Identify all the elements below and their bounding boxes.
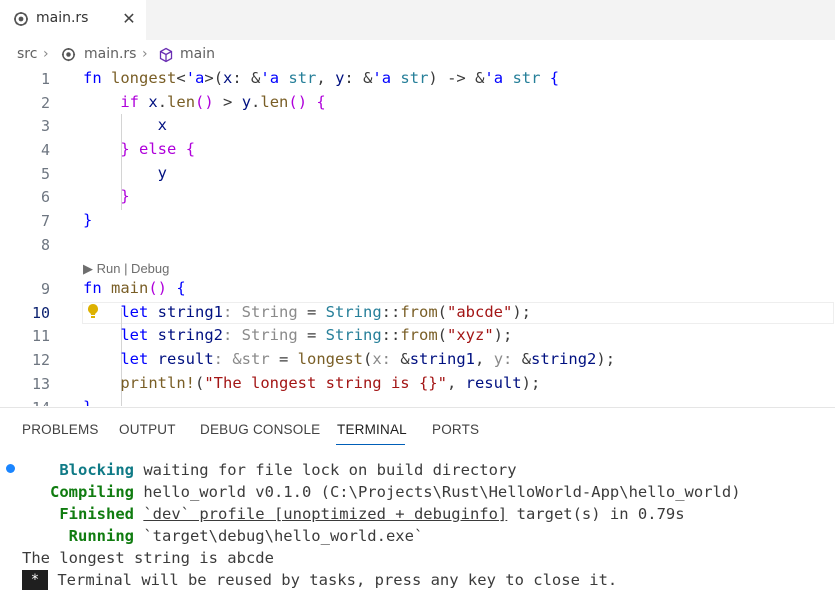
terminal-line: Finished `dev` profile [unoptimized + de… (22, 505, 685, 523)
line-number-active: 10 (31, 304, 50, 322)
code-line: if x.len() > y.len() { (120, 93, 326, 111)
line-number: 2 (40, 94, 50, 112)
terminal-line: Running `target\debug\hello_world.exe` (22, 527, 424, 545)
terminal-reuse-marker: * (22, 570, 48, 590)
breadcrumb-file[interactable]: main.rs (84, 46, 136, 62)
tab-main-rs[interactable]: main.rs ✕ (0, 0, 146, 40)
code-editor[interactable]: 1 2 3 4 5 6 7 8 9 10 11 12 13 14 fn long… (0, 66, 835, 406)
close-icon[interactable]: ✕ (119, 8, 139, 28)
active-tab-indicator (336, 444, 405, 445)
lightbulb-icon[interactable] (86, 303, 100, 321)
terminal-output: The longest string is abcde (22, 549, 274, 567)
tab-ports[interactable]: PORTS (432, 422, 479, 437)
code-line: } (83, 398, 92, 406)
line-number: 14 (0, 399, 50, 406)
line-number: 6 (40, 188, 50, 206)
terminal-status-dot (6, 464, 15, 473)
breadcrumb-folder[interactable]: src (17, 46, 37, 62)
tab-label: main.rs (36, 10, 89, 26)
breadcrumb-separator: › (142, 46, 148, 62)
line-number: 5 (40, 165, 50, 183)
rust-file-icon (61, 47, 76, 66)
tab-output[interactable]: OUTPUT (119, 422, 176, 437)
breadcrumb: src › main.rs › main (0, 44, 835, 66)
tab-debug-console[interactable]: DEBUG CONSOLE (200, 422, 320, 437)
line-number: 1 (40, 70, 50, 88)
panel-divider (0, 407, 835, 408)
code-line: let result: &str = longest(x: &string1, … (120, 350, 616, 368)
cube-icon (158, 47, 174, 67)
line-number: 13 (31, 375, 50, 393)
line-number: 11 (31, 327, 50, 345)
code-line: let string2: String = String::from("xyz"… (120, 326, 513, 344)
line-number: 12 (31, 351, 50, 369)
code-line: x (157, 116, 167, 134)
code-line: } (83, 211, 93, 229)
line-number: 4 (40, 141, 50, 159)
line-number: 9 (40, 280, 50, 298)
code-line: } (120, 187, 130, 205)
tab-bar: main.rs ✕ (0, 0, 835, 40)
code-lens-run-debug[interactable]: ▶ Run | Debug (83, 261, 169, 277)
code-line: let string1: String = String::from("abcd… (120, 303, 531, 321)
code-line: y (157, 164, 167, 182)
terminal-line: Compiling hello_world v0.1.0 (C:\Project… (22, 483, 741, 501)
breadcrumb-symbol[interactable]: main (180, 46, 215, 62)
code-line: fn main() { (83, 279, 186, 297)
line-number: 7 (40, 212, 50, 230)
terminal-reuse-message: Terminal will be reused by tasks, press … (48, 571, 618, 589)
code-line: fn longest<'a>(x: &'a str, y: &'a str) -… (83, 69, 560, 87)
line-number: 3 (40, 117, 50, 135)
code-line: println!("The longest string is {}", res… (120, 374, 541, 392)
terminal-line: Blocking waiting for file lock on build … (22, 461, 517, 479)
rust-file-icon (13, 11, 29, 27)
line-number: 8 (40, 236, 50, 254)
code-line: } else { (120, 140, 196, 158)
breadcrumb-separator: › (43, 46, 49, 62)
tab-problems[interactable]: PROBLEMS (22, 422, 99, 437)
tab-terminal[interactable]: TERMINAL (337, 422, 407, 437)
